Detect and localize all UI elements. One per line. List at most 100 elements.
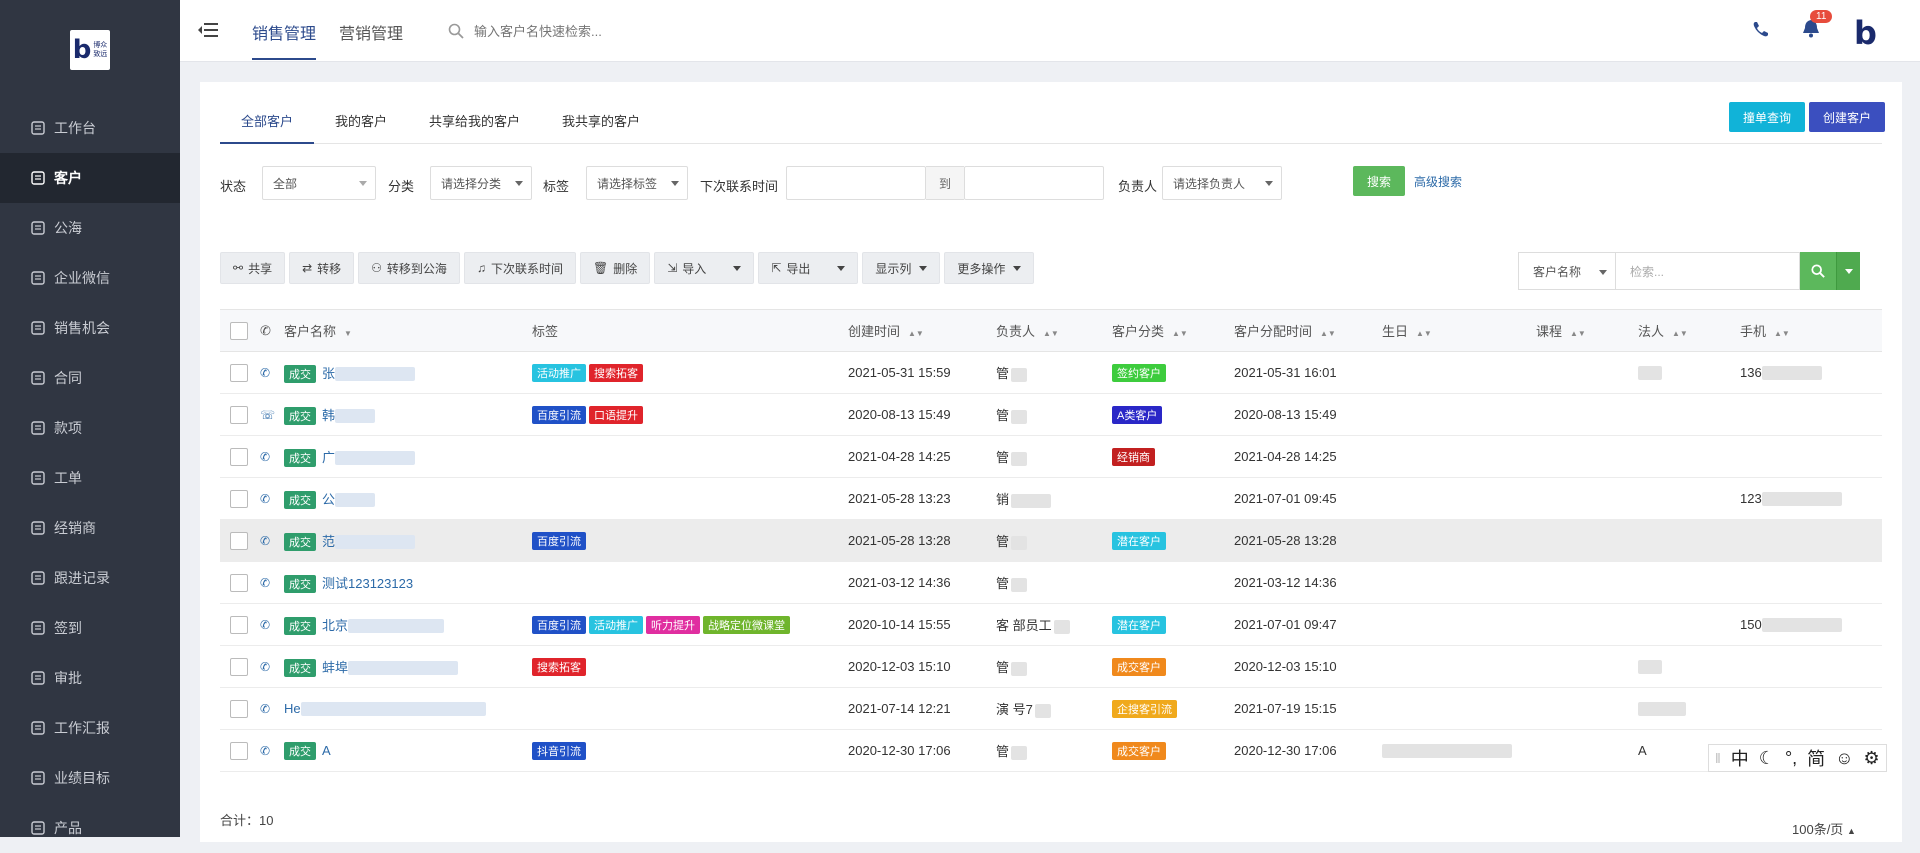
customer-name-link[interactable]: He [284, 701, 301, 716]
row-checkbox[interactable] [230, 489, 248, 508]
row-checkbox[interactable] [230, 657, 248, 676]
category-select[interactable]: 请选择分类 [430, 166, 532, 200]
col-customer-name[interactable]: 客户名称 [284, 324, 336, 339]
col-birthday[interactable]: 生日 [1382, 324, 1408, 339]
ime-button-5[interactable]: ⚙ [1864, 748, 1880, 769]
search-button[interactable]: 搜索 [1353, 166, 1405, 196]
customer-name-link[interactable]: A [322, 743, 331, 758]
export-button[interactable]: ⇱ 导出 [758, 252, 859, 284]
sort-icon[interactable]: ▲▼ [1043, 329, 1059, 338]
next-contact-button[interactable]: ♫ 下次联系时间 [463, 252, 576, 284]
share-button[interactable]: ⚯ 共享 [220, 252, 286, 284]
col-created-time[interactable]: 创建时间 [848, 324, 900, 339]
owner-select[interactable]: 请选择负责人 [1162, 166, 1282, 200]
columns-button[interactable]: 显示列 [862, 252, 941, 284]
customer-name-link[interactable]: 韩 [322, 408, 335, 423]
search-field-select[interactable]: 客户名称 [1518, 252, 1616, 290]
sort-icon[interactable]: ▲▼ [1774, 329, 1790, 338]
tab-marketing-management[interactable]: 营销管理 [339, 20, 403, 58]
call-icon[interactable]: ✆ [260, 744, 270, 758]
sidebar-item-9[interactable]: 跟进记录 [0, 553, 180, 603]
status-select[interactable]: 全部 [262, 166, 376, 200]
col-assigned-time[interactable]: 客户分配时间 [1234, 324, 1312, 339]
sidebar-item-13[interactable]: 业绩目标 [0, 753, 180, 803]
call-icon[interactable]: ✆ [260, 534, 270, 548]
col-owner[interactable]: 负责人 [996, 324, 1035, 339]
sidebar-item-1[interactable]: 客户 [0, 153, 180, 203]
sidebar-item-12[interactable]: 工作汇报 [0, 703, 180, 753]
table-search-button[interactable] [1800, 252, 1836, 290]
sidebar-item-5[interactable]: 合同 [0, 353, 180, 403]
table-search-input[interactable]: 检索... [1616, 252, 1800, 290]
customer-name-link[interactable]: 张 [322, 366, 335, 381]
row-checkbox[interactable] [230, 699, 248, 718]
col-category[interactable]: 客户分类 [1112, 324, 1164, 339]
sidebar-item-8[interactable]: 经销商 [0, 503, 180, 553]
tab-sales-management[interactable]: 销售管理 [252, 20, 317, 60]
call-icon[interactable]: ✆ [260, 366, 270, 380]
call-icon[interactable]: ☏ [260, 408, 275, 422]
create-customer-button[interactable]: 创建客户 [1809, 102, 1885, 132]
tab-customer-3[interactable]: 我共享的客户 [541, 100, 661, 144]
ime-button-3[interactable]: 简 [1807, 745, 1825, 771]
move-to-pool-button[interactable]: ⚇ 转移到公海 [358, 252, 460, 284]
global-search-input[interactable] [474, 23, 774, 39]
page-size-select[interactable]: 100条/页 ▲ [1792, 819, 1856, 838]
tab-customer-1[interactable]: 我的客户 [314, 100, 408, 144]
sort-icon[interactable]: ▲▼ [1416, 329, 1432, 338]
customer-name-link[interactable]: 蚌埠 [322, 660, 348, 675]
ime-button-1[interactable]: ☾ [1759, 748, 1775, 769]
table-row[interactable]: ✆ 成交 蚌埠 搜索拓客 2020-12-03 15:10 管成交客户 2020-12-03… [220, 645, 1882, 688]
sidebar-item-2[interactable]: 公海 [0, 203, 180, 253]
table-row[interactable]: ✆ 成交 测试123123123 2021-03-12 14:36 管 2021-03-1… [220, 561, 1882, 604]
row-checkbox[interactable] [230, 531, 248, 550]
table-row[interactable]: ✆ He 2021-07-14 12:21 演 号7 企搜客引流 2021-07-19 1… [220, 687, 1882, 730]
call-icon[interactable]: ✆ [260, 618, 270, 632]
table-row[interactable]: ✆ 成交公 2021-05-28 13:23 销 2021-07-01 09:45 123 [220, 477, 1882, 520]
date-from-input[interactable] [786, 166, 926, 200]
call-icon[interactable]: ✆ [260, 660, 270, 674]
sort-icon[interactable]: ▲▼ [908, 329, 924, 338]
user-avatar[interactable]: b [1854, 14, 1877, 52]
sort-icon[interactable]: ▲▼ [1172, 329, 1188, 338]
table-row[interactable]: ☏ 成交韩百度引流 口语提升 2020-08-13 15:49 管 A类客户 2020-08… [220, 393, 1882, 436]
tab-customer-2[interactable]: 共享给我的客户 [408, 100, 541, 144]
col-legal-person[interactable]: 法人 [1638, 324, 1664, 339]
call-icon[interactable]: ✆ [260, 450, 270, 464]
sidebar-item-4[interactable]: 销售机会 [0, 303, 180, 353]
sidebar-item-0[interactable]: 工作台 [0, 103, 180, 153]
call-icon[interactable]: ✆ [260, 492, 270, 506]
row-checkbox[interactable] [230, 741, 248, 760]
duplicate-query-button[interactable]: 撞单查询 [1729, 102, 1805, 132]
tag-select[interactable]: 请选择标签 [586, 166, 688, 200]
table-row[interactable]: ✆ 成交广 2021-04-28 14:25 管经销商 2021-04-28 14:25 [220, 435, 1882, 478]
chevron-down-icon[interactable] [837, 265, 846, 271]
sort-icon[interactable]: ▲▼ [1570, 329, 1586, 338]
sidebar-item-6[interactable]: 款项 [0, 403, 180, 453]
phone-icon[interactable] [1752, 20, 1770, 38]
tab-customer-0[interactable]: 全部客户 [220, 100, 315, 144]
sidebar-item-11[interactable]: 审批 [0, 653, 180, 703]
import-button[interactable]: ⇲ 导入 [654, 252, 755, 284]
customer-name-link[interactable]: 公 [322, 492, 335, 507]
table-row[interactable]: ✆ 成交 A 抖音引流 2020-12-30 17:06 管成交客户 2020-12-30 … [220, 729, 1882, 772]
customer-name-link[interactable]: 范 [322, 534, 335, 549]
chevron-down-icon[interactable] [733, 265, 742, 271]
ime-button-4[interactable]: ☺ [1835, 748, 1853, 769]
select-all-checkbox[interactable] [230, 321, 248, 340]
row-checkbox[interactable] [230, 405, 248, 424]
customer-name-link[interactable]: 测试123123123 [322, 576, 413, 591]
call-icon[interactable]: ✆ [260, 702, 270, 716]
table-row[interactable]: ✆ 成交张 活动推广 搜索拓客 2021-05-31 15:59 管 签约客户 2021-05… [220, 351, 1882, 394]
table-row[interactable]: ✆ 成交范百度引流 2021-05-28 13:28 管潜在客户 2021-05-28 … [220, 519, 1882, 562]
date-to-input[interactable] [964, 166, 1104, 200]
sidebar-item-14[interactable]: 产品 [0, 803, 180, 853]
search-options-dropdown[interactable] [1836, 252, 1860, 290]
customer-name-link[interactable]: 广 [322, 450, 335, 465]
table-row[interactable]: ✆ 成交 北京 百度引流 活动推广 听力提升 战略定位微课堂 2020-10-14 15:55… [220, 603, 1882, 646]
sidebar-item-7[interactable]: 工单 [0, 453, 180, 503]
sort-icon[interactable]: ▲▼ [1320, 329, 1336, 338]
sort-icon[interactable]: ▼ [344, 329, 352, 338]
more-actions-button[interactable]: 更多操作 [944, 252, 1035, 284]
ime-button-0[interactable]: 中 [1731, 745, 1749, 771]
